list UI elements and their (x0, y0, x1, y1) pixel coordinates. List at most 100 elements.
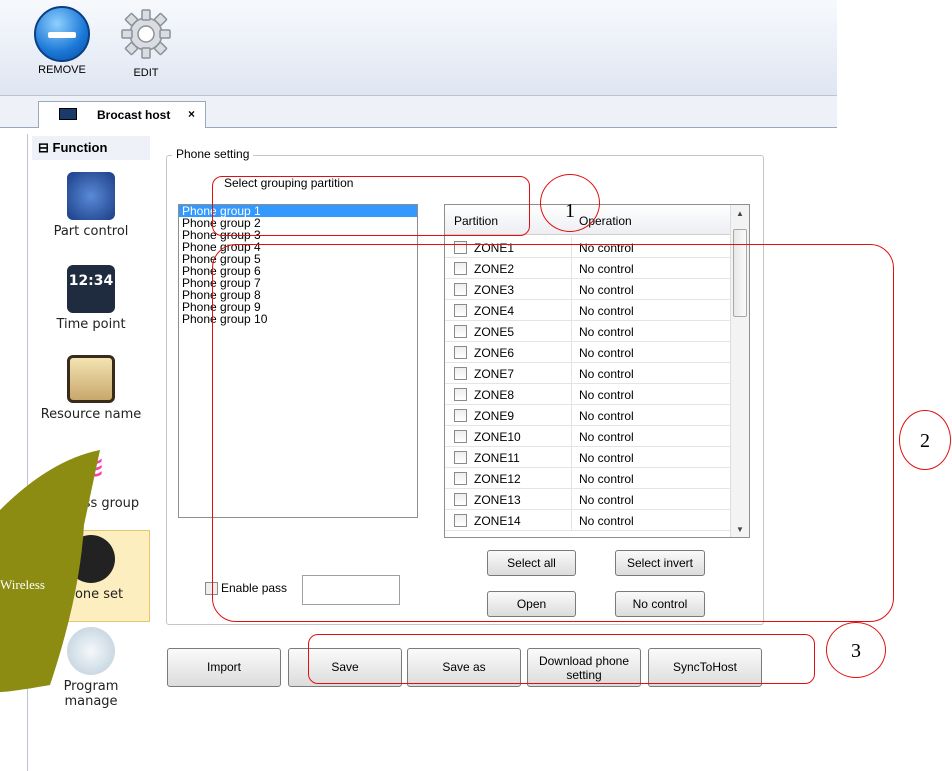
download-label-line2: setting (566, 668, 602, 682)
gear-icon (121, 9, 171, 59)
zone-operation: No control (579, 388, 634, 402)
zone-name: ZONE7 (474, 367, 515, 381)
remove-label: REMOVE (38, 64, 86, 76)
zone-name: ZONE8 (474, 388, 515, 402)
table-row[interactable]: ZONE6 No control (445, 342, 731, 363)
close-icon[interactable]: × (188, 107, 195, 121)
phone-group-list[interactable]: Phone group 1 Phone group 2 Phone group … (178, 204, 418, 518)
function-item-label: Part control (53, 224, 129, 239)
collapse-icon[interactable]: ⊟ (38, 140, 49, 155)
table-row[interactable]: ZONE9 No control (445, 405, 731, 426)
scroll-thumb[interactable] (733, 229, 747, 317)
zone-name: ZONE11 (474, 451, 520, 465)
zone-operation: No control (579, 304, 634, 318)
function-item-part-control[interactable]: Part control (32, 172, 150, 257)
save-button[interactable]: Save (288, 648, 402, 687)
zone-operation: No control (579, 325, 634, 339)
callout-bubble (0, 450, 100, 692)
zone-checkbox[interactable] (454, 262, 467, 275)
zone-operation: No control (579, 514, 634, 528)
enable-pass-checkbox[interactable] (205, 582, 218, 595)
zone-name: ZONE5 (474, 325, 515, 339)
function-item-label: Time point (56, 317, 126, 332)
zone-operation: No control (579, 241, 634, 255)
zone-checkbox[interactable] (454, 409, 467, 422)
zone-operation: No control (579, 262, 634, 276)
zone-operation: No control (579, 346, 634, 360)
zone-checkbox[interactable] (454, 346, 467, 359)
table-row[interactable]: ZONE3 No control (445, 279, 731, 300)
zone-table-header: Partition Operation (445, 205, 731, 235)
table-row[interactable]: ZONE12 No control (445, 468, 731, 489)
column-header-operation[interactable]: Operation (579, 214, 632, 228)
zone-checkbox[interactable] (454, 514, 467, 527)
table-row[interactable]: ZONE11 No control (445, 447, 731, 468)
time-point-icon: 12:34 (67, 265, 115, 313)
zone-table-scrollbar[interactable]: ▲ ▼ (730, 205, 749, 537)
zone-checkbox[interactable] (454, 451, 467, 464)
zone-checkbox[interactable] (454, 430, 467, 443)
save-as-button[interactable]: Save as (407, 648, 521, 687)
zone-operation: No control (579, 367, 634, 381)
sync-to-host-button[interactable]: SyncToHost (648, 648, 762, 687)
remove-button[interactable]: REMOVE (26, 6, 98, 76)
function-item-resource-name[interactable]: Resource name (32, 355, 150, 440)
zone-name: ZONE2 (474, 262, 515, 276)
table-row[interactable]: ZONE1 No control (445, 237, 731, 258)
zone-checkbox[interactable] (454, 388, 467, 401)
table-row[interactable]: ZONE8 No control (445, 384, 731, 405)
zone-checkbox[interactable] (454, 472, 467, 485)
list-item[interactable]: Phone group 10 (179, 313, 417, 325)
zone-checkbox[interactable] (454, 325, 467, 338)
select-invert-button[interactable]: Select invert (615, 550, 705, 576)
zone-checkbox[interactable] (454, 493, 467, 506)
function-item-time-point[interactable]: 12:34 Time point (32, 265, 150, 350)
zone-operation: No control (579, 451, 634, 465)
resource-name-icon (67, 355, 115, 403)
table-row[interactable]: ZONE14 No control (445, 510, 731, 531)
open-button[interactable]: Open (487, 591, 576, 617)
zone-name: ZONE4 (474, 304, 515, 318)
function-header[interactable]: ⊟ Function (32, 136, 150, 160)
table-row[interactable]: ZONE10 No control (445, 426, 731, 447)
no-control-button[interactable]: No control (615, 591, 705, 617)
table-row[interactable]: ZONE5 No control (445, 321, 731, 342)
zone-operation: No control (579, 409, 634, 423)
column-header-partition[interactable]: Partition (454, 214, 498, 228)
zone-checkbox[interactable] (454, 241, 467, 254)
callout-text: Wireless (0, 577, 45, 592)
zone-name: ZONE14 (474, 514, 521, 528)
zone-name: ZONE13 (474, 493, 521, 507)
zone-operation: No control (579, 493, 634, 507)
zone-table[interactable]: Partition Operation ZONE1 No control ZONE… (444, 204, 750, 538)
table-row[interactable]: ZONE13 No control (445, 489, 731, 510)
zone-operation: No control (579, 472, 634, 486)
import-button[interactable]: Import (167, 648, 281, 687)
zone-checkbox[interactable] (454, 367, 467, 380)
zone-name: ZONE3 (474, 283, 515, 297)
phone-setting-title: Phone setting (172, 147, 254, 161)
download-phone-setting-button[interactable]: Download phone setting (527, 648, 641, 687)
select-all-button[interactable]: Select all (487, 550, 576, 576)
pass-input[interactable] (302, 575, 400, 605)
annotation-marker-2: 2 (899, 410, 951, 470)
zone-checkbox[interactable] (454, 283, 467, 296)
function-header-label: Function (52, 140, 108, 155)
download-label-line1: Download phone (538, 654, 630, 668)
edit-button[interactable]: EDIT (110, 6, 182, 79)
function-item-label: Resource name (40, 407, 142, 422)
table-row[interactable]: ZONE4 No control (445, 300, 731, 321)
zone-name: ZONE10 (474, 430, 521, 444)
zone-name: ZONE9 (474, 409, 515, 423)
table-row[interactable]: ZONE2 No control (445, 258, 731, 279)
annotation-marker-3: 3 (826, 622, 886, 678)
table-row[interactable]: ZONE7 No control (445, 363, 731, 384)
scroll-up-icon[interactable]: ▲ (736, 209, 744, 218)
zone-checkbox[interactable] (454, 304, 467, 317)
grouping-partition-label: Select grouping partition (224, 176, 354, 190)
tab-brocast-host[interactable]: Brocast host × (38, 101, 206, 128)
remove-icon (34, 6, 90, 62)
scroll-down-icon[interactable]: ▼ (736, 525, 744, 534)
enable-pass-label: Enable pass (221, 581, 288, 595)
zone-operation: No control (579, 430, 634, 444)
